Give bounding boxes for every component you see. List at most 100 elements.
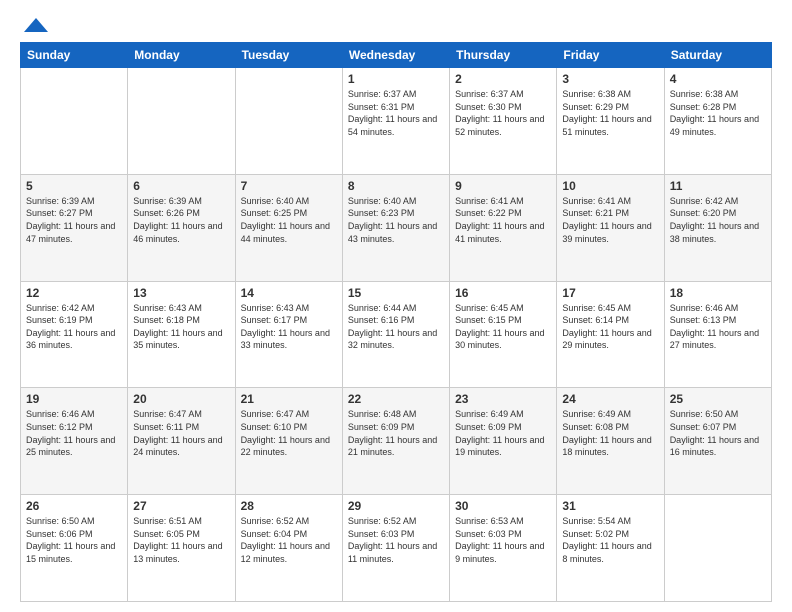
- table-row: 9 Sunrise: 6:41 AM Sunset: 6:22 PM Daylig…: [450, 174, 557, 281]
- table-row: [21, 68, 128, 175]
- col-monday: Monday: [128, 43, 235, 68]
- day-number: 31: [562, 499, 658, 513]
- table-row: 15 Sunrise: 6:44 AM Sunset: 6:16 PM Dayli…: [342, 281, 449, 388]
- day-number: 26: [26, 499, 122, 513]
- day-detail: Sunrise: 6:39 AM Sunset: 6:26 PM Dayligh…: [133, 195, 229, 245]
- table-row: [664, 495, 771, 602]
- col-wednesday: Wednesday: [342, 43, 449, 68]
- day-number: 16: [455, 286, 551, 300]
- table-row: 16 Sunrise: 6:45 AM Sunset: 6:15 PM Dayli…: [450, 281, 557, 388]
- logo-icon: [22, 16, 50, 34]
- day-detail: Sunrise: 5:54 AM Sunset: 5:02 PM Dayligh…: [562, 515, 658, 565]
- table-row: 24 Sunrise: 6:49 AM Sunset: 6:08 PM Dayli…: [557, 388, 664, 495]
- table-row: 13 Sunrise: 6:43 AM Sunset: 6:18 PM Dayli…: [128, 281, 235, 388]
- day-detail: Sunrise: 6:45 AM Sunset: 6:15 PM Dayligh…: [455, 302, 551, 352]
- day-number: 24: [562, 392, 658, 406]
- day-number: 3: [562, 72, 658, 86]
- day-detail: Sunrise: 6:42 AM Sunset: 6:19 PM Dayligh…: [26, 302, 122, 352]
- day-number: 20: [133, 392, 229, 406]
- day-number: 19: [26, 392, 122, 406]
- day-detail: Sunrise: 6:43 AM Sunset: 6:18 PM Dayligh…: [133, 302, 229, 352]
- table-row: 10Sunrise: 6:41 AM Sunset: 6:21 PM Dayli…: [557, 174, 664, 281]
- day-detail: Sunrise: 6:41 AM Sunset: 6:22 PM Dayligh…: [455, 195, 551, 245]
- day-detail: Sunrise: 6:46 AM Sunset: 6:13 PM Dayligh…: [670, 302, 766, 352]
- day-number: 9: [455, 179, 551, 193]
- day-number: 6: [133, 179, 229, 193]
- day-detail: Sunrise: 6:40 AM Sunset: 6:25 PM Dayligh…: [241, 195, 337, 245]
- day-number: 14: [241, 286, 337, 300]
- calendar-week-row: 12 Sunrise: 6:42 AM Sunset: 6:19 PM Dayli…: [21, 281, 772, 388]
- table-row: 18 Sunrise: 6:46 AM Sunset: 6:13 PM Dayli…: [664, 281, 771, 388]
- day-detail: Sunrise: 6:45 AM Sunset: 6:14 PM Dayligh…: [562, 302, 658, 352]
- table-row: 11 Sunrise: 6:42 AM Sunset: 6:20 PM Dayli…: [664, 174, 771, 281]
- table-row: 4Sunrise: 6:38 AM Sunset: 6:28 PM Daylig…: [664, 68, 771, 175]
- day-detail: Sunrise: 6:42 AM Sunset: 6:20 PM Dayligh…: [670, 195, 766, 245]
- day-number: 1: [348, 72, 444, 86]
- day-number: 30: [455, 499, 551, 513]
- table-row: 25 Sunrise: 6:50 AM Sunset: 6:07 PM Dayli…: [664, 388, 771, 495]
- day-number: 23: [455, 392, 551, 406]
- table-row: 2 Sunrise: 6:37 AM Sunset: 6:30 PM Daylig…: [450, 68, 557, 175]
- day-number: 4: [670, 72, 766, 86]
- calendar-week-row: 26 Sunrise: 6:50 AM Sunset: 6:06 PM Dayli…: [21, 495, 772, 602]
- table-row: 28Sunrise: 6:52 AM Sunset: 6:04 PM Dayli…: [235, 495, 342, 602]
- day-detail: Sunrise: 6:37 AM Sunset: 6:31 PM Dayligh…: [348, 88, 444, 138]
- day-number: 15: [348, 286, 444, 300]
- col-tuesday: Tuesday: [235, 43, 342, 68]
- table-row: 8 Sunrise: 6:40 AM Sunset: 6:23 PM Daylig…: [342, 174, 449, 281]
- table-row: 1 Sunrise: 6:37 AM Sunset: 6:31 PM Daylig…: [342, 68, 449, 175]
- col-thursday: Thursday: [450, 43, 557, 68]
- day-detail: Sunrise: 6:43 AM Sunset: 6:17 PM Dayligh…: [241, 302, 337, 352]
- table-row: 21 Sunrise: 6:47 AM Sunset: 6:10 PM Dayli…: [235, 388, 342, 495]
- day-detail: Sunrise: 6:41 AM Sunset: 6:21 PM Dayligh…: [562, 195, 658, 245]
- day-number: 7: [241, 179, 337, 193]
- table-row: 29 Sunrise: 6:52 AM Sunset: 6:03 PM Dayli…: [342, 495, 449, 602]
- day-number: 21: [241, 392, 337, 406]
- day-detail: Sunrise: 6:49 AM Sunset: 6:09 PM Dayligh…: [455, 408, 551, 458]
- day-number: 2: [455, 72, 551, 86]
- table-row: 31 Sunrise: 5:54 AM Sunset: 5:02 PM Dayli…: [557, 495, 664, 602]
- day-detail: Sunrise: 6:52 AM Sunset: 6:03 PM Dayligh…: [348, 515, 444, 565]
- table-row: 20 Sunrise: 6:47 AM Sunset: 6:11 PM Dayli…: [128, 388, 235, 495]
- day-number: 25: [670, 392, 766, 406]
- day-number: 13: [133, 286, 229, 300]
- day-detail: Sunrise: 6:50 AM Sunset: 6:06 PM Dayligh…: [26, 515, 122, 565]
- table-row: [235, 68, 342, 175]
- day-detail: Sunrise: 6:47 AM Sunset: 6:10 PM Dayligh…: [241, 408, 337, 458]
- logo: [20, 16, 50, 34]
- table-row: 26 Sunrise: 6:50 AM Sunset: 6:06 PM Dayli…: [21, 495, 128, 602]
- table-row: 7 Sunrise: 6:40 AM Sunset: 6:25 PM Daylig…: [235, 174, 342, 281]
- day-detail: Sunrise: 6:40 AM Sunset: 6:23 PM Dayligh…: [348, 195, 444, 245]
- day-detail: Sunrise: 6:49 AM Sunset: 6:08 PM Dayligh…: [562, 408, 658, 458]
- table-row: 3 Sunrise: 6:38 AM Sunset: 6:29 PM Daylig…: [557, 68, 664, 175]
- calendar-week-row: 5Sunrise: 6:39 AM Sunset: 6:27 PM Daylig…: [21, 174, 772, 281]
- table-row: [128, 68, 235, 175]
- day-number: 18: [670, 286, 766, 300]
- table-row: 6 Sunrise: 6:39 AM Sunset: 6:26 PM Daylig…: [128, 174, 235, 281]
- day-detail: Sunrise: 6:46 AM Sunset: 6:12 PM Dayligh…: [26, 408, 122, 458]
- col-friday: Friday: [557, 43, 664, 68]
- calendar: Sunday Monday Tuesday Wednesday Thursday…: [20, 42, 772, 602]
- day-detail: Sunrise: 6:47 AM Sunset: 6:11 PM Dayligh…: [133, 408, 229, 458]
- day-number: 22: [348, 392, 444, 406]
- day-number: 11: [670, 179, 766, 193]
- day-detail: Sunrise: 6:37 AM Sunset: 6:30 PM Dayligh…: [455, 88, 551, 138]
- page: Sunday Monday Tuesday Wednesday Thursday…: [0, 0, 792, 612]
- day-detail: Sunrise: 6:48 AM Sunset: 6:09 PM Dayligh…: [348, 408, 444, 458]
- table-row: 30Sunrise: 6:53 AM Sunset: 6:03 PM Dayli…: [450, 495, 557, 602]
- table-row: 5Sunrise: 6:39 AM Sunset: 6:27 PM Daylig…: [21, 174, 128, 281]
- table-row: 14 Sunrise: 6:43 AM Sunset: 6:17 PM Dayli…: [235, 281, 342, 388]
- table-row: 22 Sunrise: 6:48 AM Sunset: 6:09 PM Dayli…: [342, 388, 449, 495]
- table-row: 27Sunrise: 6:51 AM Sunset: 6:05 PM Dayli…: [128, 495, 235, 602]
- day-number: 17: [562, 286, 658, 300]
- day-detail: Sunrise: 6:38 AM Sunset: 6:29 PM Dayligh…: [562, 88, 658, 138]
- day-detail: Sunrise: 6:50 AM Sunset: 6:07 PM Dayligh…: [670, 408, 766, 458]
- day-number: 8: [348, 179, 444, 193]
- calendar-week-row: 19 Sunrise: 6:46 AM Sunset: 6:12 PM Dayli…: [21, 388, 772, 495]
- day-number: 29: [348, 499, 444, 513]
- calendar-week-row: 1 Sunrise: 6:37 AM Sunset: 6:31 PM Daylig…: [21, 68, 772, 175]
- table-row: 19 Sunrise: 6:46 AM Sunset: 6:12 PM Dayli…: [21, 388, 128, 495]
- day-detail: Sunrise: 6:44 AM Sunset: 6:16 PM Dayligh…: [348, 302, 444, 352]
- day-number: 28: [241, 499, 337, 513]
- day-number: 12: [26, 286, 122, 300]
